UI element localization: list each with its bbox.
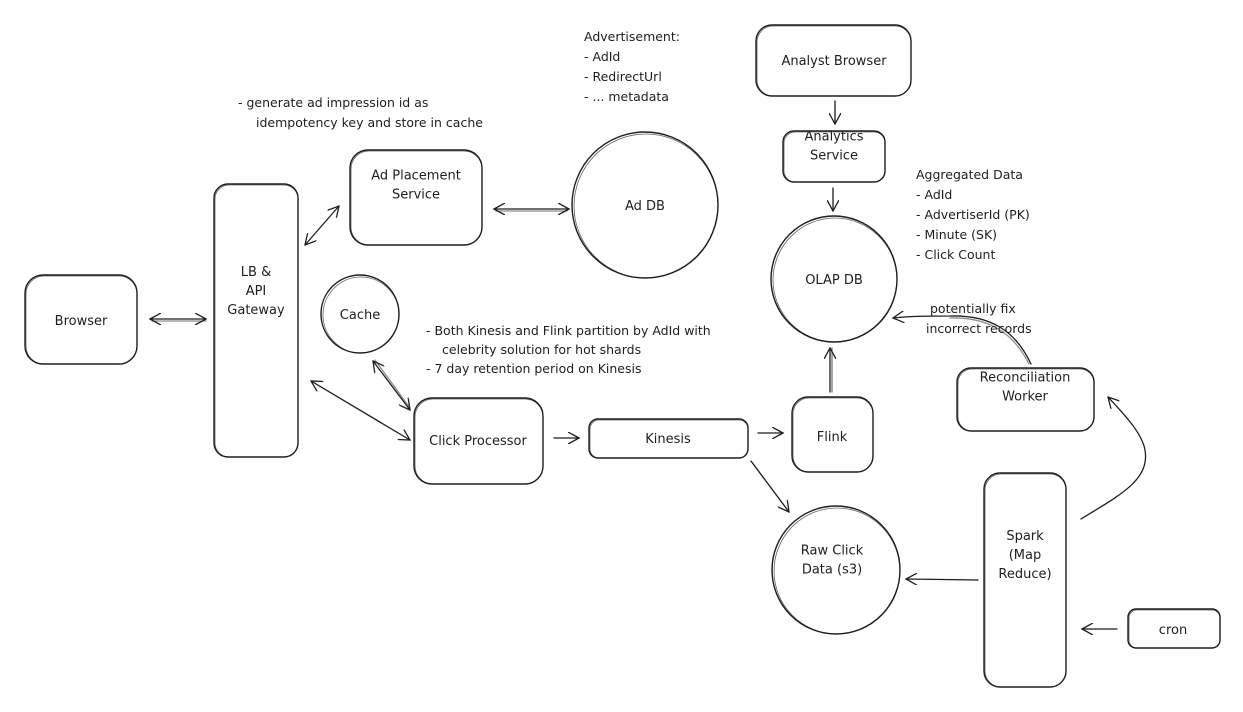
text-line: - AdvertiserId (PK)	[916, 207, 1030, 222]
raw-click-label: Raw Click Data (s3)	[801, 544, 864, 578]
text-line: - generate ad impression id as	[238, 95, 428, 110]
text-line: LB &	[241, 265, 271, 280]
reconciliation-label: Reconciliation Worker	[980, 371, 1071, 405]
olap-db-node[interactable]: OLAP DB	[770, 215, 898, 343]
text-line: Kinesis	[645, 432, 691, 447]
kinesis-node[interactable]: Kinesis	[588, 418, 749, 459]
text-line: Data (s3)	[802, 563, 862, 578]
text-line: API	[246, 284, 267, 299]
impression-note: - generate ad impression id as idempotenc…	[238, 95, 483, 130]
text-line: - Click Count	[916, 247, 995, 262]
olap-db-label: OLAP DB	[805, 273, 863, 288]
text-line: Advertisement:	[584, 29, 680, 44]
cron-node[interactable]: cron	[1127, 608, 1221, 649]
text-line: cron	[1159, 623, 1187, 638]
aggregated-data-note: Aggregated Data - AdId - AdvertiserId (PK)…	[916, 167, 1030, 262]
text-line: potentially fix	[930, 301, 1016, 316]
analyst-browser-node[interactable]: Analyst Browser	[755, 24, 912, 97]
text-line: Analytics	[804, 130, 863, 145]
gateway-label: LB & API Gateway	[227, 265, 285, 318]
partition-note: - Both Kinesis and Flink partition by Ad…	[426, 323, 711, 376]
text-line: OLAP DB	[805, 273, 863, 288]
click-processor-label: Click Processor	[429, 434, 527, 449]
text-line: Click Processor	[429, 434, 527, 449]
ad-db-node[interactable]: Ad DB	[571, 131, 719, 279]
flink-node[interactable]: Flink	[791, 396, 874, 473]
analytics-service-node[interactable]: Analytics Service	[782, 130, 886, 183]
advertisement-note: Advertisement: - AdId - RedirectUrl - ... m…	[584, 29, 680, 104]
text-line: Reduce)	[998, 567, 1051, 582]
text-line: Gateway	[227, 303, 285, 318]
text-line: - Both Kinesis and Flink partition by Ad…	[426, 323, 711, 338]
kinesis-label: Kinesis	[645, 432, 691, 447]
reconciliation-node[interactable]: Reconciliation Worker	[956, 367, 1095, 432]
text-line: Spark	[1006, 529, 1044, 544]
text-line: celebrity solution for hot shards	[442, 342, 641, 357]
text-line: Raw Click	[801, 544, 864, 559]
edge-spark-raw-click	[906, 579, 979, 580]
text-line: - Minute (SK)	[916, 227, 997, 242]
edge-spark-reconciliation	[1080, 397, 1147, 520]
text-line: Cache	[340, 308, 380, 323]
text-line: Ad Placement	[371, 169, 461, 184]
text-line: - 7 day retention period on Kinesis	[426, 361, 641, 376]
cache-node[interactable]: Cache	[320, 274, 400, 354]
edge-ad-placement-ad-db	[494, 209, 569, 211]
browser-label: Browser	[55, 314, 108, 329]
edge-gateway-ad-placement	[305, 206, 339, 245]
text-line: - AdId	[916, 187, 952, 202]
browser-node[interactable]: Browser	[24, 274, 138, 365]
analyst-browser-label: Analyst Browser	[781, 54, 887, 69]
text-line: idempotency key and store in cache	[256, 115, 483, 130]
text-line: (Map	[1009, 548, 1042, 563]
edge-cache-click-processor	[373, 359, 410, 410]
spark-label: Spark (Map Reduce)	[998, 529, 1051, 582]
flink-label: Flink	[817, 430, 848, 445]
cron-label: cron	[1159, 623, 1187, 638]
spark-node[interactable]: Spark (Map Reduce)	[983, 472, 1067, 688]
edge-flink-olap-db	[830, 348, 832, 393]
ad-db-label: Ad DB	[625, 199, 665, 214]
click-processor-node[interactable]: Click Processor	[413, 397, 544, 485]
gateway-node[interactable]: LB & API Gateway	[213, 183, 299, 458]
architecture-diagram: Browser LB & API Gateway Ad Placement Servi…	[24, 24, 1221, 688]
text-line: - RedirectUrl	[584, 69, 662, 84]
text-line: Worker	[1002, 390, 1048, 405]
text-line: incorrect records	[926, 321, 1032, 336]
text-line: Ad DB	[625, 199, 665, 214]
raw-click-node[interactable]: Raw Click Data (s3)	[771, 505, 901, 635]
analytics-service-label: Analytics Service	[804, 130, 863, 164]
edge-browser-gateway	[150, 319, 206, 321]
text-line: - AdId	[584, 49, 620, 64]
text-line: Reconciliation	[980, 371, 1071, 386]
ad-placement-node[interactable]: Ad Placement Service	[349, 149, 483, 246]
edge-kinesis-raw-click	[750, 460, 789, 512]
text-line: Flink	[817, 430, 848, 445]
text-line: Service	[392, 188, 440, 203]
text-line: Browser	[55, 314, 108, 329]
ad-placement-label: Ad Placement Service	[371, 169, 461, 203]
cache-label: Cache	[340, 308, 380, 323]
text-line: Analyst Browser	[781, 54, 887, 69]
text-line: Service	[810, 149, 858, 164]
text-line: - ... metadata	[584, 89, 669, 104]
text-line: Aggregated Data	[916, 167, 1023, 182]
